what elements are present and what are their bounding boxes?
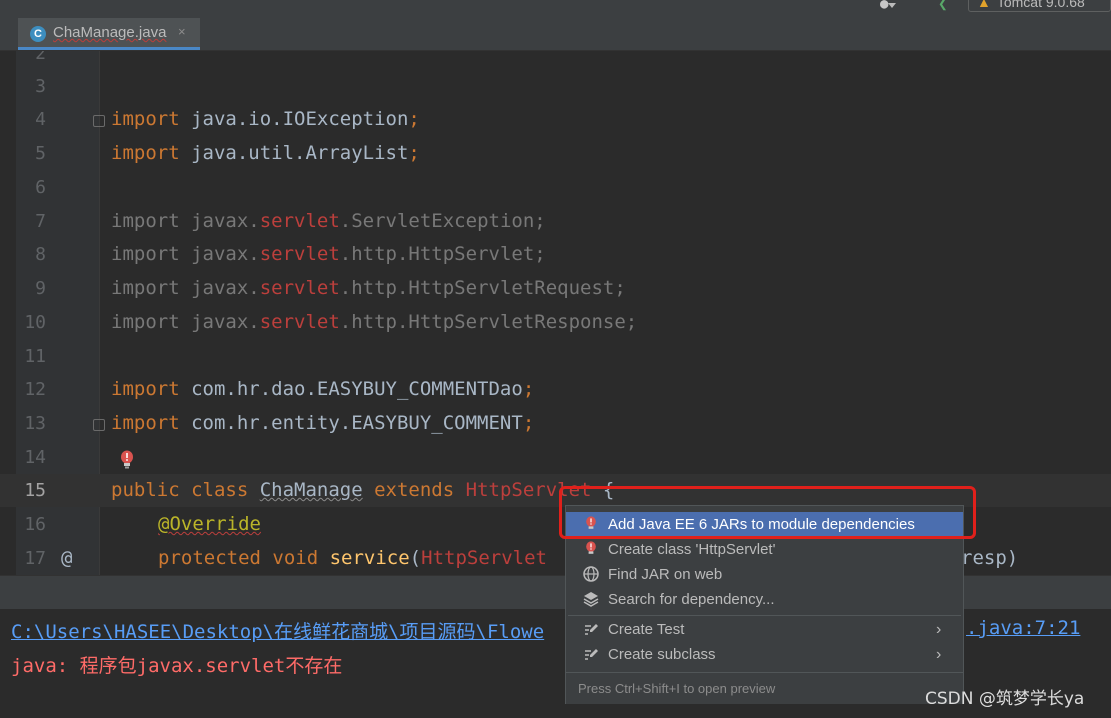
line-number: 4 bbox=[35, 109, 46, 130]
menu-item-create-subclass[interactable]: Create subclass › bbox=[566, 642, 963, 667]
code-line: 3 bbox=[0, 70, 1111, 103]
code-text: import javax.servlet.http.HttpServlet; bbox=[111, 243, 546, 265]
error-file-link[interactable]: C:\Users\HASEE\Desktop\在线鲜花商城\项目源码\Flowe bbox=[11, 617, 544, 644]
line-number: 14 bbox=[24, 447, 46, 468]
user-icon[interactable]: ● bbox=[880, 0, 910, 14]
editor-tabs: C ChaManage.java × bbox=[0, 18, 1111, 51]
line-number: 12 bbox=[24, 379, 46, 400]
menu-item-find-jar[interactable]: Find JAR on web bbox=[566, 562, 963, 587]
line-number: 3 bbox=[35, 76, 46, 97]
line-number: 13 bbox=[24, 413, 46, 434]
red-bulb-icon bbox=[586, 541, 596, 554]
code-text: import javax.servlet.http.HttpServletRes… bbox=[111, 311, 638, 333]
menu-separator bbox=[568, 615, 961, 616]
tomcat-icon: ▲ bbox=[977, 0, 991, 10]
pencil-icon bbox=[585, 624, 598, 635]
run-configuration-label: Tomcat 9.0.68 bbox=[996, 0, 1085, 10]
code-text: import com.hr.entity.EASYBUY_COMMENT; bbox=[111, 412, 535, 434]
line-number: 11 bbox=[24, 346, 46, 367]
menu-item-label: Create class 'HttpServlet' bbox=[608, 541, 776, 558]
code-line: 2 bbox=[0, 51, 1111, 70]
code-line: 11 bbox=[0, 340, 1111, 373]
menu-item-create-class[interactable]: Create class 'HttpServlet' bbox=[566, 537, 963, 562]
red-bulb-icon[interactable] bbox=[120, 450, 134, 470]
code-text: import com.hr.dao.EASYBUY_COMMENTDao; bbox=[111, 378, 535, 400]
tab-chamanage-java[interactable]: C ChaManage.java × bbox=[18, 18, 200, 50]
code-text: public class ChaManage extends HttpServl… bbox=[111, 479, 615, 501]
code-line: 13 import com.hr.entity.EASYBUY_COMMENT; bbox=[0, 407, 1111, 440]
watermark: CSDN @筑梦学长ya bbox=[925, 689, 1085, 709]
menu-item-label: Search for dependency... bbox=[608, 591, 775, 608]
annotation-highlight-box bbox=[559, 486, 976, 539]
line-number: 5 bbox=[35, 143, 46, 164]
code-text: import javax.servlet.http.HttpServletReq… bbox=[111, 277, 626, 299]
line-number: 16 bbox=[24, 514, 46, 535]
line-number: 10 bbox=[24, 312, 46, 333]
tab-filename: ChaManage.java bbox=[53, 24, 167, 41]
java-class-icon: C bbox=[30, 26, 46, 42]
line-number: 2 bbox=[35, 51, 46, 64]
run-configuration-select[interactable]: ▲ Tomcat 9.0.68 bbox=[968, 0, 1111, 12]
code-line: 7 import javax.servlet.ServletException; bbox=[0, 205, 1111, 238]
fold-icon[interactable] bbox=[93, 419, 105, 431]
error-file-link-tail[interactable]: .java:7:21 bbox=[966, 617, 1080, 639]
preview-hint: Press Ctrl+Shift+I to open preview bbox=[578, 681, 776, 696]
override-gutter-icon[interactable]: @ bbox=[61, 542, 72, 575]
code-text-tail: resp) bbox=[961, 547, 1019, 569]
line-number: 15 bbox=[24, 480, 46, 501]
code-line: 14 bbox=[0, 441, 1111, 474]
code-text: import javax.servlet.ServletException; bbox=[111, 210, 546, 232]
code-line: 12 import com.hr.dao.EASYBUY_COMMENTDao; bbox=[0, 373, 1111, 406]
line-number: 9 bbox=[35, 278, 46, 299]
line-number: 8 bbox=[35, 244, 46, 265]
line-number: 7 bbox=[35, 211, 46, 232]
code-line: 4 import java.io.IOException; bbox=[0, 103, 1111, 136]
code-text: @Override bbox=[158, 513, 261, 535]
top-toolbar: ● ❮ ▲ Tomcat 9.0.68 bbox=[0, 0, 1111, 18]
code-text: import java.util.ArrayList; bbox=[111, 142, 420, 164]
back-arrow-icon[interactable]: ❮ bbox=[938, 0, 954, 13]
layers-icon bbox=[583, 592, 599, 607]
code-line: 8 import javax.servlet.http.HttpServlet; bbox=[0, 238, 1111, 271]
close-icon[interactable]: × bbox=[178, 24, 186, 39]
code-line: 10 import javax.servlet.http.HttpServlet… bbox=[0, 306, 1111, 339]
chevron-right-icon: › bbox=[936, 646, 942, 663]
menu-item-label: Create subclass bbox=[608, 646, 716, 663]
menu-item-search-dependency[interactable]: Search for dependency... bbox=[566, 587, 963, 612]
line-number: 17 bbox=[24, 548, 46, 569]
fold-icon[interactable] bbox=[93, 115, 105, 127]
menu-item-create-test[interactable]: Create Test › bbox=[566, 617, 963, 642]
code-text: import java.io.IOException; bbox=[111, 108, 420, 130]
popup-footer: Press Ctrl+Shift+I to open preview bbox=[566, 672, 963, 704]
error-message: java: 程序包javax.servlet不存在 bbox=[11, 655, 343, 677]
menu-item-label: Find JAR on web bbox=[608, 566, 723, 583]
line-number: 6 bbox=[35, 177, 46, 198]
globe-icon bbox=[583, 566, 599, 582]
code-text: protected void service(HttpServlet bbox=[158, 547, 547, 569]
pencil-icon bbox=[585, 649, 598, 660]
chevron-right-icon: › bbox=[936, 621, 942, 638]
code-line: 6 bbox=[0, 171, 1111, 204]
menu-item-label: Create Test bbox=[608, 621, 685, 638]
code-line: 5 import java.util.ArrayList; bbox=[0, 137, 1111, 170]
code-line: 9 import javax.servlet.http.HttpServletR… bbox=[0, 272, 1111, 305]
